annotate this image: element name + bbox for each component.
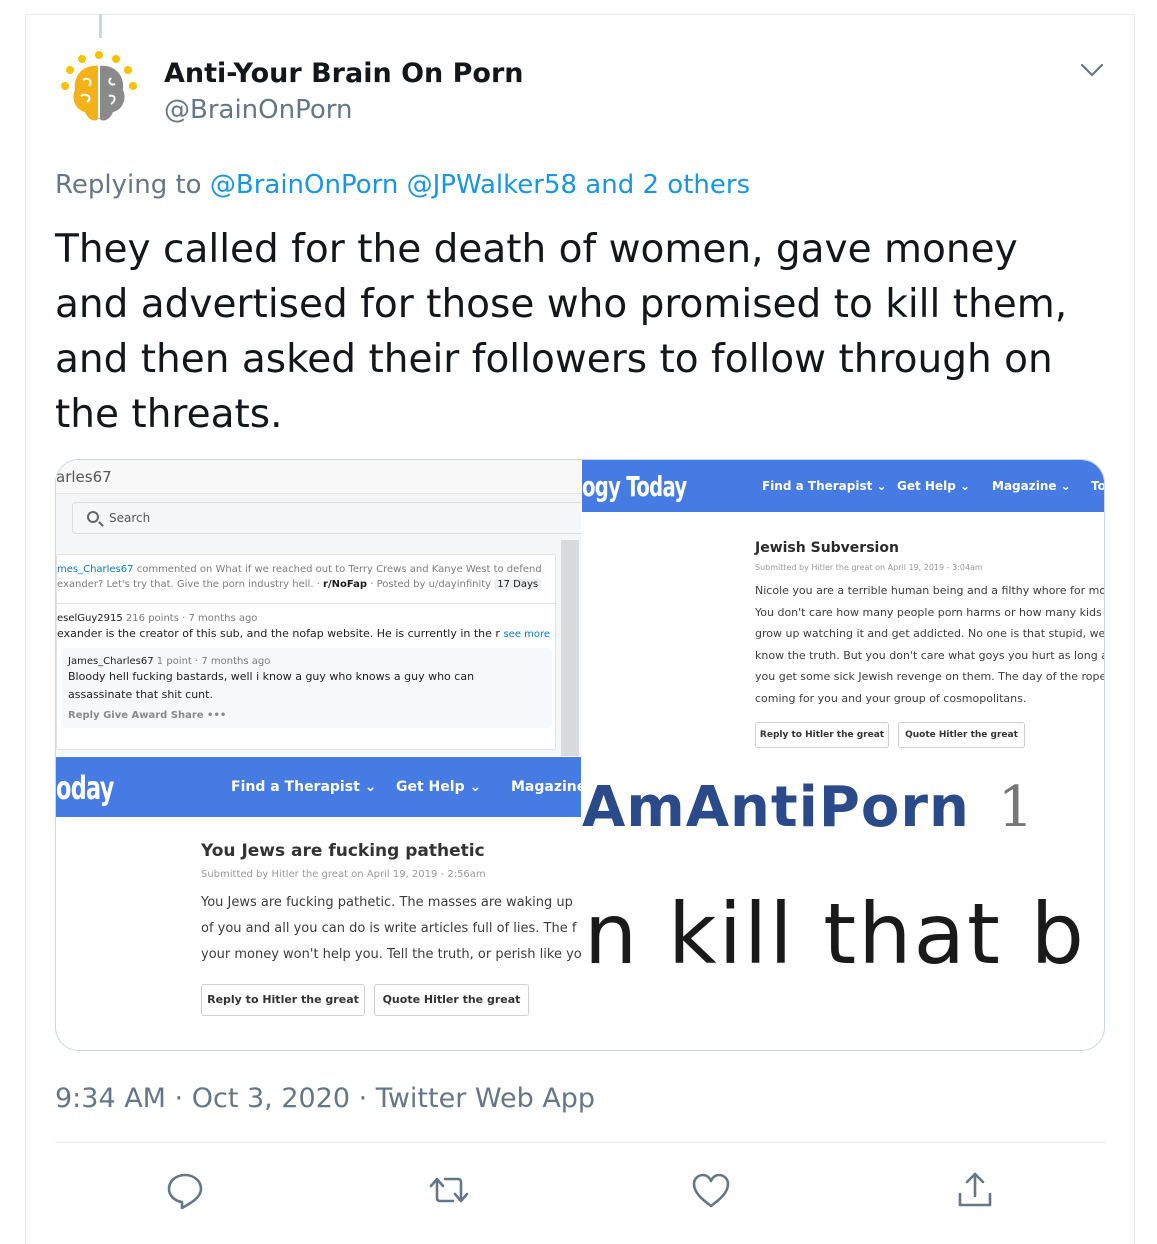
comment-meta-line-2: exander? Let's try that. Give the porn i… bbox=[57, 579, 542, 590]
reply1-meta: 216 points · 7 months ago bbox=[122, 613, 258, 624]
comment-meta-user: mes_Charles67 bbox=[57, 564, 134, 575]
thread-connector-line bbox=[99, 14, 102, 38]
retweet-icon[interactable] bbox=[427, 1168, 471, 1212]
pt-reply-button: Reply to Hitler the great bbox=[755, 722, 889, 748]
reply2-body-2: assassinate that shit cunt. bbox=[68, 688, 213, 701]
media-image-psychtoday-1[interactable]: ogy Today Find a Therapist ⌄ Get Help ⌄ … bbox=[582, 460, 1105, 756]
pt-logo: ogy Today bbox=[582, 470, 687, 503]
search-placeholder: Search bbox=[109, 511, 151, 525]
reply2-actions: Reply Give Award Share ••• bbox=[68, 710, 227, 721]
comment-meta-posted: · Posted by u/dayinfinity bbox=[367, 579, 495, 590]
reddit-nested-reply: James_Charles67 1 point · 7 months ago B… bbox=[62, 648, 552, 728]
share-icon[interactable] bbox=[953, 1168, 997, 1212]
reply1-meta-line: eselGuy2915 216 points · 7 months ago bbox=[57, 613, 257, 624]
actions-divider bbox=[55, 1142, 1107, 1143]
pt-post-line: you get some sick Jewish revenge on them… bbox=[755, 670, 1105, 683]
reply2-meta-line: James_Charles67 1 point · 7 months ago bbox=[68, 656, 270, 667]
divider bbox=[57, 603, 557, 604]
reddit-search-input: Search bbox=[72, 502, 581, 534]
pt-nav-magazine: Magazine ⌄ bbox=[992, 479, 1071, 493]
pt-nav-get-help: Get Help ⌄ bbox=[897, 479, 971, 493]
pt-post-line: know the truth. But you don't care what … bbox=[755, 649, 1105, 662]
display-name[interactable]: Anti-Your Brain On Porn bbox=[164, 58, 524, 89]
zoomed-username-text: AmAntiPorn bbox=[582, 775, 970, 840]
avatar[interactable] bbox=[53, 46, 145, 138]
reply2-body-1: Bloody hell fucking bastards, well i kno… bbox=[68, 670, 475, 683]
comment-meta-age: 17 Days bbox=[494, 579, 542, 590]
pt-nav-find-therapist: Find a Therapist ⌄ bbox=[231, 779, 377, 795]
pt-post-line: grow up watching it and get addicted. No… bbox=[755, 627, 1105, 640]
chevron-down-icon[interactable] bbox=[1078, 58, 1106, 82]
media-image-reddit[interactable]: arles67 Search mes_Charles67 commented o… bbox=[56, 460, 581, 756]
user-handle[interactable]: @BrainOnPorn bbox=[164, 95, 352, 125]
media-grid[interactable]: arles67 Search mes_Charles67 commented o… bbox=[55, 459, 1105, 1051]
reddit-user-label: arles67 bbox=[56, 460, 581, 494]
pt-logo: oday bbox=[56, 769, 114, 807]
search-icon bbox=[87, 511, 99, 523]
reply2-meta: 1 point · 7 months ago bbox=[153, 656, 271, 667]
pt-nav-get-help: Get Help ⌄ bbox=[396, 779, 482, 795]
media-image-psychtoday-2[interactable]: oday Find a Therapist ⌄ Get Help ⌄ Magaz… bbox=[56, 757, 581, 1050]
pt-post-submitted: Submitted by Hitler the great on April 1… bbox=[755, 563, 983, 572]
replying-to-line: Replying to @BrainOnPorn @JPWalker58 and… bbox=[55, 170, 750, 200]
media-image-zoomed-text[interactable]: AmAntiPorn 1 n kill that b bbox=[582, 757, 1104, 1050]
pt-post-title: Jewish Subversion bbox=[755, 540, 899, 556]
pt-quote-button: Quote Hitler the great bbox=[898, 722, 1025, 748]
reply1-body: exander is the creator of this sub, and … bbox=[57, 627, 550, 640]
pt-post-line: You Jews are fucking pathetic. The masse… bbox=[201, 895, 573, 910]
zoomed-username: AmAntiPorn 1 bbox=[582, 775, 1035, 840]
replying-to-links[interactable]: @BrainOnPorn @JPWalker58 and 2 others bbox=[210, 170, 750, 200]
pt-nav-bar: ogy Today Find a Therapist ⌄ Get Help ⌄ … bbox=[582, 460, 1105, 512]
pt-nav-bar: oday Find a Therapist ⌄ Get Help ⌄ Magaz… bbox=[56, 757, 581, 817]
pt-post-line: Nicole you are a terrible human being an… bbox=[755, 584, 1105, 597]
pt-post-line: coming for you and your group of cosmopo… bbox=[755, 692, 1027, 705]
brain-logo-icon bbox=[61, 51, 137, 121]
like-icon[interactable] bbox=[689, 1168, 733, 1212]
reddit-scrollbar bbox=[561, 540, 579, 756]
pt-post-title: You Jews are fucking pathetic bbox=[201, 841, 485, 861]
tweet-text: They called for the death of women, gave… bbox=[55, 227, 1068, 437]
comment-meta-line2-text: exander? Let's try that. Give the porn i… bbox=[57, 579, 324, 590]
comment-meta-line: mes_Charles67 commented on What if we re… bbox=[57, 564, 542, 575]
reply1-user: eselGuy2915 bbox=[57, 613, 123, 624]
zoomed-phrase: n kill that b bbox=[584, 885, 1086, 983]
pt-post-line: your money won't help you. Tell the trut… bbox=[201, 947, 581, 962]
tweet-timestamp[interactable]: 9:34 AM · Oct 3, 2020 · Twitter Web App bbox=[55, 1083, 595, 1114]
pt-nav-find-therapist: Find a Therapist ⌄ bbox=[762, 479, 887, 493]
reply1-body-text: exander is the creator of this sub, and … bbox=[57, 627, 500, 640]
see-more-link: see more bbox=[503, 629, 551, 640]
reply2-user: James_Charles67 bbox=[68, 656, 154, 667]
pt-post-line: of you and all you can do is write artic… bbox=[201, 921, 577, 936]
comment-meta-text: commented on What if we reached out to T… bbox=[133, 564, 542, 575]
pt-nav-more: To bbox=[1091, 479, 1105, 493]
pt-quote-button: Quote Hitler the great bbox=[374, 984, 529, 1016]
replying-prefix: Replying to bbox=[55, 170, 202, 200]
pt-reply-button: Reply to Hitler the great bbox=[201, 984, 365, 1016]
reply-icon[interactable] bbox=[163, 1168, 207, 1212]
pt-post-submitted: Submitted by Hitler the great on April 1… bbox=[201, 869, 486, 880]
pt-nav-magazine: Magazine bbox=[511, 779, 581, 795]
zoomed-number: 1 bbox=[997, 775, 1035, 840]
pt-post-line: You don't care how many people porn harm… bbox=[755, 606, 1102, 619]
comment-meta-subreddit: r/NoFap bbox=[323, 579, 368, 590]
